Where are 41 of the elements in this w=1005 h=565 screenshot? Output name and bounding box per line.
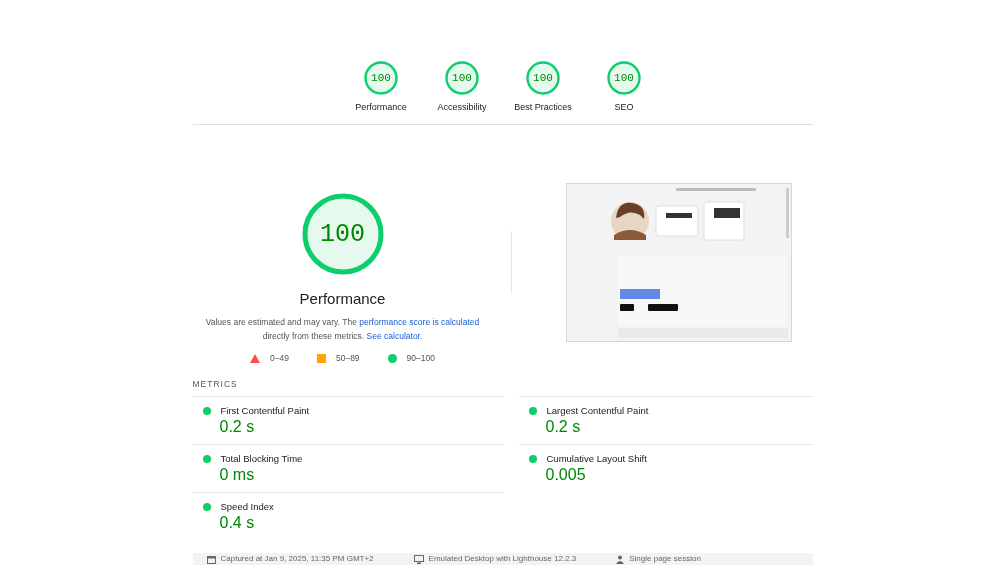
metric-name: Total Blocking Time [220,453,303,464]
metric-value: 0.005 [545,466,587,484]
score-link[interactable]: performance score is calculated [359,317,480,327]
monitor-icon [413,554,424,564]
metric-value: 0.4 s [219,514,256,532]
footer-text: Emulated Desktop with Lighthouse 12.2.3 [428,554,577,564]
legend-label: 90–100 [406,353,435,363]
person-icon [616,554,625,564]
circle-icon [387,353,397,363]
footer-text: Captured at Jan 9, 2025, 11:35 PM GMT+2 [220,554,374,564]
metrics-heading: METRICS [192,379,239,389]
metric-value: 0.2 s [545,418,582,436]
status-dot-icon [202,454,211,463]
status-dot-icon [528,454,537,463]
score-gauge[interactable]: 100 [526,61,560,95]
category-label: SEO [614,102,634,112]
metric-name: First Contentful Paint [220,405,310,416]
metric-value: 0.2 s [219,418,256,436]
triangle-icon [250,353,261,363]
metric-value: 0 ms [219,466,256,484]
metric-name: Largest Contentful Paint [546,405,649,416]
status-dot-icon [202,406,211,415]
square-icon [316,353,326,363]
category-label: Performance [355,102,407,112]
score-gauge[interactable]: 100 [607,61,641,95]
score-gauge[interactable]: 100 [364,61,398,95]
status-dot-icon [528,406,537,415]
calendar-icon [206,554,216,564]
section-title: Performance [299,290,386,307]
category-label: Best Practices [514,102,572,112]
category-label: Accessibility [437,102,487,112]
status-dot-icon [202,502,211,511]
metric-name: Speed Index [220,501,274,512]
legend-label: 50–89 [335,353,360,363]
footer-text: Single page session [629,554,701,564]
metric-name: Cumulative Layout Shift [546,453,647,464]
legend-label: 0–49 [270,353,289,363]
calculator-link[interactable]: See calculator. [366,331,423,341]
score-gauge: 100 [301,193,384,275]
score-note: Values are estimated and may vary. The performance score is calculated directly from these metrics. See calculator. [204,316,481,343]
score-gauge[interactable]: 100 [445,61,479,95]
